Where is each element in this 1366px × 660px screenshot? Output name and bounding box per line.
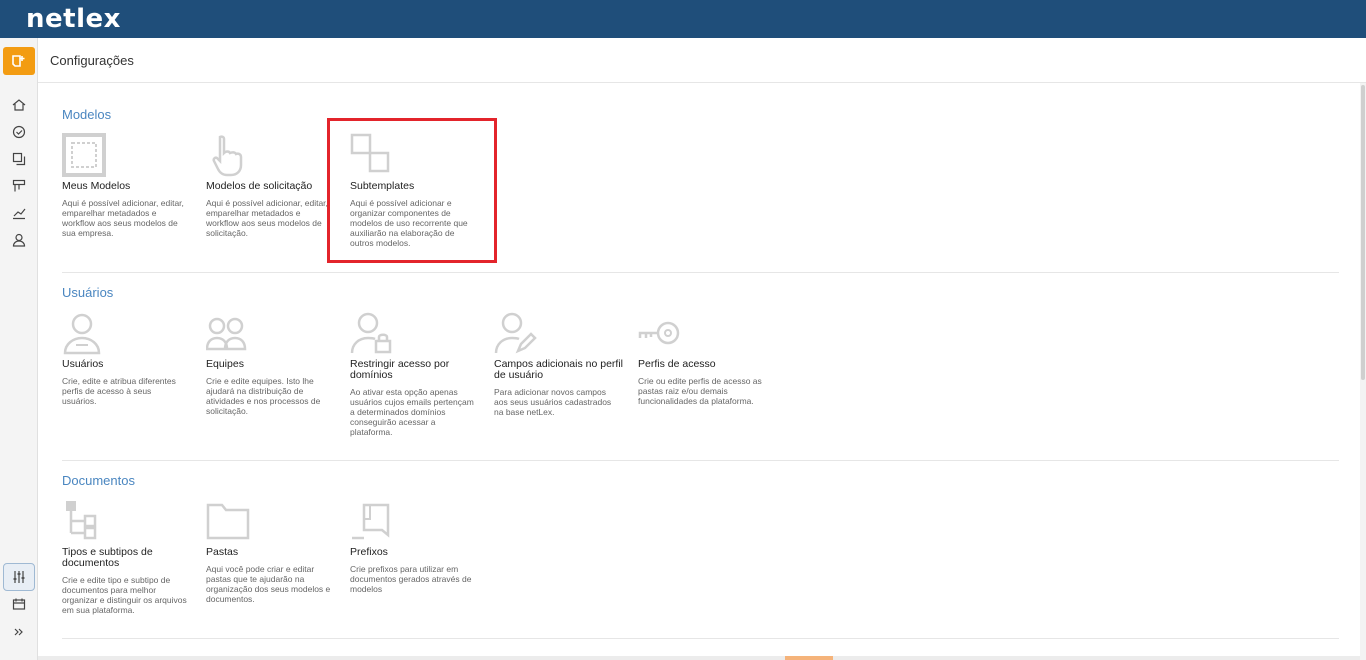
user-icon	[62, 311, 106, 355]
card-name: Modelos de solicitação	[206, 180, 313, 192]
team-icon	[206, 311, 250, 355]
card-description: Crie e edite equipes. Isto lhe ajudará n…	[206, 376, 321, 416]
bottom-accent	[785, 656, 833, 660]
folder-icon	[206, 499, 250, 543]
card-description: Para adicionar novos campos aos seus usu…	[494, 387, 612, 417]
card-name: Prefixos	[350, 546, 388, 558]
card-description: Crie e edite tipo e subtipo de documento…	[62, 575, 187, 615]
hand-pointer-icon	[206, 133, 250, 177]
section-title-usuarios: Usuários	[62, 285, 114, 300]
card-description: Aqui é possível adicionar, editar, empar…	[62, 198, 184, 238]
card-description: Ao ativar esta opção apenas usuários cuj…	[350, 387, 474, 437]
card-description: Crie prefixos para utilizar em documento…	[350, 564, 472, 594]
key-icon	[638, 311, 682, 355]
card-description: Crie, edite e atribua diferentes perfis …	[62, 376, 176, 406]
page-header: Configurações	[38, 38, 1366, 83]
card-description: Aqui é possível adicionar, editar, empar…	[206, 198, 328, 238]
user-icon	[12, 233, 26, 247]
section-divider	[62, 638, 1339, 639]
section-divider	[62, 272, 1339, 273]
card-name: Campos adicionais no perfil de usuário	[494, 358, 623, 381]
card-name: Pastas	[206, 546, 239, 558]
section-divider	[62, 460, 1339, 461]
sliders-icon	[13, 571, 25, 583]
card-description: Aqui você pode criar e editar pastas que…	[206, 564, 331, 604]
home-icon	[12, 99, 26, 111]
chart-icon	[13, 208, 26, 220]
sidebar-item-settings[interactable]	[3, 563, 35, 591]
card-name: Equipes	[206, 358, 244, 370]
card-name: Usuários	[62, 358, 104, 370]
new-document-icon	[12, 55, 25, 67]
board-icon	[12, 179, 26, 192]
netlex-logo[interactable]: netlex	[26, 4, 121, 34]
bottom-bar	[38, 656, 1360, 660]
user-lock-icon	[350, 311, 394, 355]
card-name: Restringir acesso por domínios	[350, 358, 450, 381]
card-name: Perfis de acesso	[638, 358, 716, 370]
expand-icon	[14, 628, 23, 636]
highlight-box	[327, 118, 497, 263]
sidebar-item-board[interactable]	[3, 172, 35, 200]
sidebar-item-reports[interactable]	[3, 199, 35, 227]
sidebar	[0, 38, 38, 660]
top-bar: netlex	[0, 0, 1366, 38]
sidebar-expand-button[interactable]	[3, 618, 35, 646]
scrollbar-thumb[interactable]	[1361, 85, 1365, 380]
sidebar-item-profile[interactable]	[3, 226, 35, 254]
new-document-button[interactable]	[3, 47, 35, 75]
sidebar-item-documents[interactable]	[3, 145, 35, 173]
check-circle-icon	[12, 125, 26, 139]
sidebar-item-calendar[interactable]	[3, 590, 35, 618]
prefix-icon	[350, 499, 394, 543]
copy-icon	[12, 152, 26, 166]
calendar-icon	[12, 598, 26, 610]
card-name: Tipos e subtipos de documentos	[62, 546, 153, 569]
section-title-modelos: Modelos	[62, 107, 112, 122]
card-description: Crie ou edite perfis de acesso as pastas…	[638, 376, 762, 406]
page-title: Configurações	[50, 53, 134, 68]
sidebar-item-home[interactable]	[3, 91, 35, 119]
sidebar-item-tasks[interactable]	[3, 118, 35, 146]
card-name: Meus Modelos	[62, 180, 131, 192]
user-edit-icon	[494, 311, 538, 355]
template-icon	[62, 133, 106, 177]
section-title-documentos: Documentos	[62, 473, 135, 488]
settings-content: Modelos Meus Modelos Aqui é possível adi…	[38, 83, 1360, 660]
tree-icon	[62, 499, 106, 543]
